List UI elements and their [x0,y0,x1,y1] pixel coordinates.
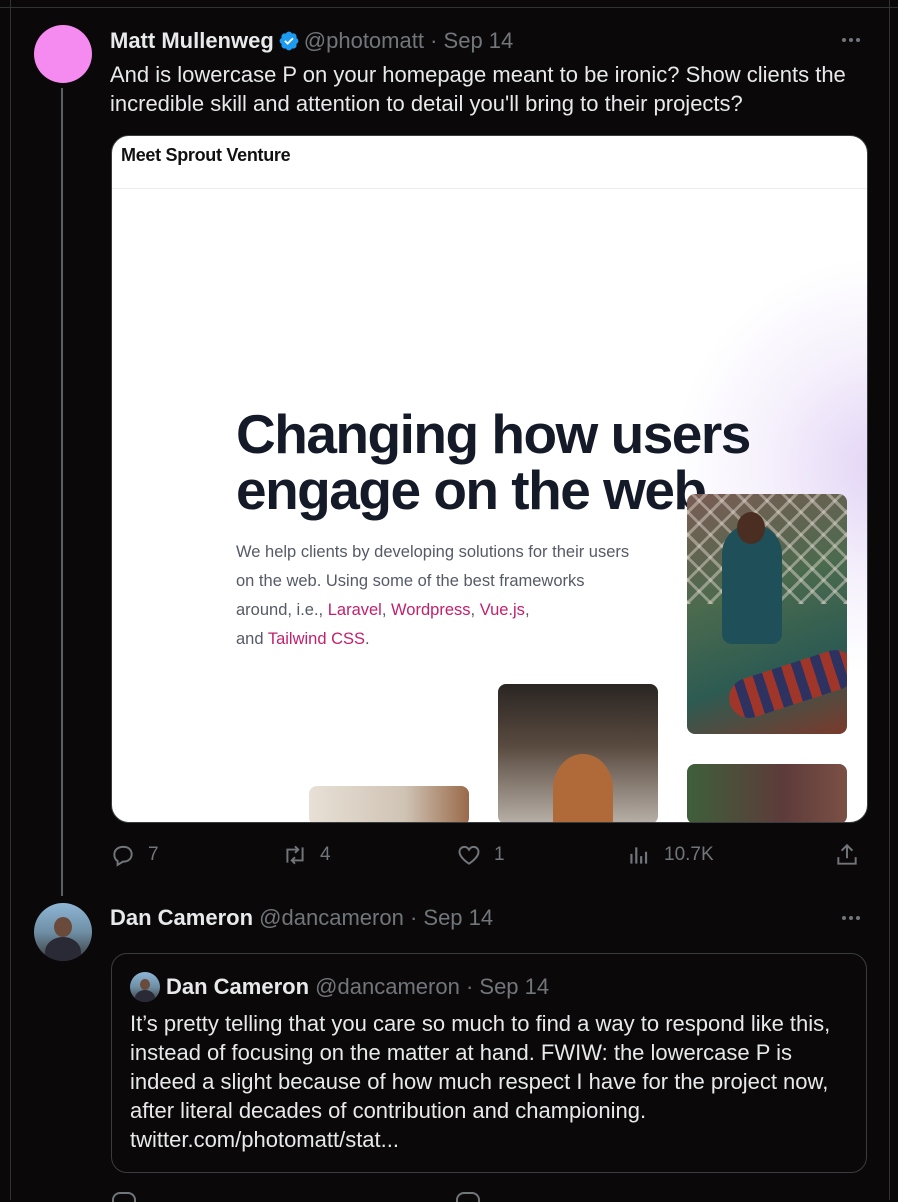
more-options-icon[interactable] [842,36,866,44]
retweet-icon [286,845,304,865]
heart-icon [458,845,480,865]
retweet-button[interactable]: 4 [282,840,331,870]
brand-name: Meet Sprout Venture [121,145,291,165]
quoted-date: Sep 14 [479,974,550,999]
share-icon [837,843,857,865]
tweet-header: Dan Cameron @dancameron · Sep 14 [110,905,493,931]
link-tailwind: Tailwind CSS [267,630,366,648]
tweet-actions: 7 4 1 10.7K [110,840,870,870]
quoted-author-handle: @dancameron [315,974,460,999]
left-border [10,0,11,1200]
separator-dot: · [409,905,418,930]
hero-line-1: Changing how users [236,403,751,465]
thread-connector-line [61,88,63,896]
separator-dot: · [430,28,438,53]
separator-dot: · [465,974,474,999]
tweet-header: Matt Mullenweg @photomatt · Sep 14 [110,28,513,54]
avatar[interactable] [34,903,92,961]
photo-man-with-tablet [687,494,847,734]
photo-interior [309,786,469,822]
sub-text-2: , [524,601,530,619]
tweet-text: And is lowercase P on your homepage mean… [110,62,846,116]
reply-button[interactable]: 7 [110,840,159,870]
views-count: 10.7K [664,844,714,865]
sub-period: . [365,630,370,648]
quoted-text: It’s pretty telling that you care so muc… [130,1011,831,1152]
photo-woman-cafe [498,684,658,822]
quoted-header: Dan Cameron @dancameron · Sep 14 [166,974,549,1000]
author-handle[interactable]: @photomatt [304,28,424,53]
verified-badge-icon [279,31,299,51]
views-icon [630,847,648,864]
link-vue: Vue.js [479,601,525,619]
comma-1: , [381,601,392,619]
tweet-date[interactable]: Sep 14 [423,905,493,930]
right-border [889,0,890,1200]
avatar[interactable] [34,25,92,83]
quoted-tweet[interactable]: Dan Cameron @dancameron · Sep 14 It’s pr… [111,953,867,1173]
media-card[interactable]: Meet Sprout Venture Changing how users e… [111,135,868,823]
card-navbar: Meet Sprout Venture [112,136,867,189]
reply-icon [113,845,133,867]
views-button[interactable]: 10.7K [626,840,714,870]
like-button[interactable]: 1 [456,840,505,870]
share-button[interactable] [834,840,860,870]
author-name[interactable]: Dan Cameron [110,905,253,930]
comma-2: , [470,601,480,619]
more-options-icon[interactable] [842,914,866,922]
like-count: 1 [494,844,505,865]
link-wordpress: Wordpress [391,601,471,619]
reply-count: 7 [148,844,159,865]
top-divider [0,7,898,8]
tweet-date[interactable]: Sep 14 [444,28,514,53]
quoted-author-name: Dan Cameron [166,974,310,999]
author-name[interactable]: Matt Mullenweg [110,28,274,53]
link-laravel: Laravel [327,601,382,619]
tweet-actions-partial [110,1192,870,1202]
author-handle[interactable]: @dancameron [259,905,404,930]
retweet-count: 4 [320,844,331,865]
hero-subtext: We help clients by developing solutions … [236,538,636,654]
quoted-avatar [130,972,160,1002]
photo-plants [687,764,847,822]
sub-and: and [236,630,268,648]
